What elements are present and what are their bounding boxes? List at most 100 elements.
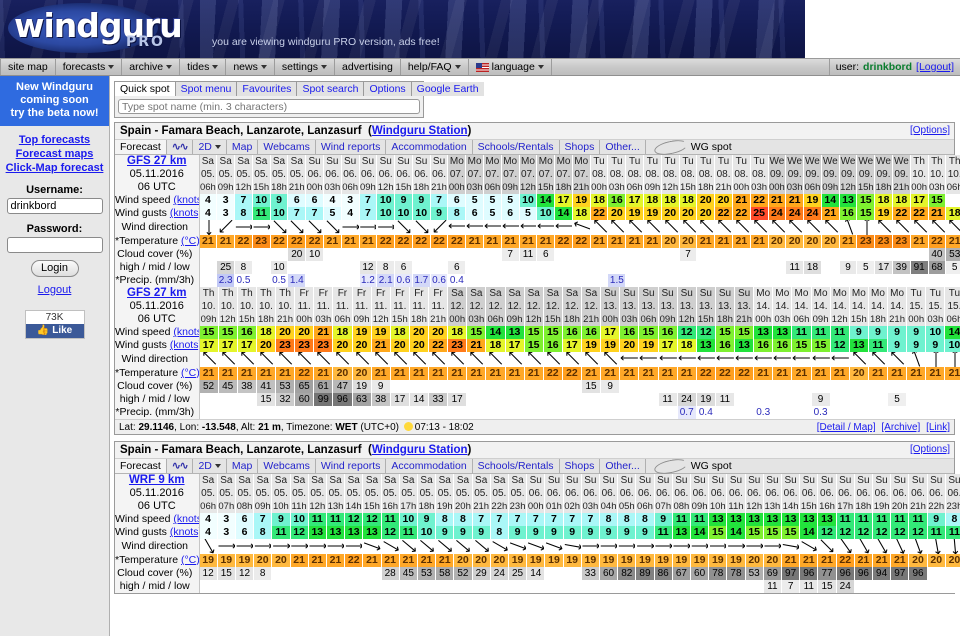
header-hour: 17h (399, 500, 418, 513)
cell-cloud-mid (430, 261, 449, 274)
tab-accommodation[interactable]: Accommodation (386, 140, 473, 154)
knots-unit-link[interactable]: (knots) (170, 207, 198, 219)
username-input[interactable] (6, 198, 103, 214)
spot-tab-bar[interactable]: Forecast ∿∿ 2D Map Webcams Wind reports … (115, 137, 954, 157)
header-hour: 18h (412, 181, 431, 194)
cell-cloud-mid: 12 (359, 261, 378, 274)
model-name-link[interactable]: GFS 27 km (127, 287, 186, 299)
nav-item-forecasts[interactable]: forecasts (56, 59, 123, 75)
cell-temperature: 20 (490, 554, 509, 567)
celsius-unit-link[interactable]: (°C) (181, 554, 198, 566)
celsius-unit-link[interactable]: (°C) (181, 235, 198, 247)
cell-cloud-high: 10 (305, 248, 324, 261)
cell-cloud-high: 7 (679, 248, 698, 261)
tab-options[interactable]: Options (364, 82, 412, 96)
knots-unit-link[interactable]: (knots) (170, 526, 198, 538)
sidebar-item-top-forecasts[interactable]: Top forecasts (0, 133, 109, 147)
login-button[interactable]: Login (30, 260, 79, 277)
tab-other[interactable]: Other... (600, 140, 646, 154)
main-navigation-bar[interactable]: site map forecasts archive tides news se… (0, 58, 960, 76)
tab-wind-reports[interactable]: Wind reports (316, 140, 387, 154)
cell-temperature: 22 (928, 235, 947, 248)
knots-unit-link[interactable]: (knots) (173, 194, 198, 206)
cell-wind-speed: 9 (412, 194, 431, 207)
tab-shops[interactable]: Shops (560, 459, 601, 473)
cell-cloud-high (409, 380, 430, 393)
header-day: Sa (270, 155, 289, 168)
header-date: 12. (524, 300, 544, 313)
cell-cloud-mid: 11 (715, 393, 736, 406)
tab-webcams[interactable]: Webcams (258, 459, 316, 473)
tab-google-earth[interactable]: Google Earth (411, 82, 484, 96)
nav-item-news[interactable]: news (226, 59, 275, 75)
tab-shops[interactable]: Shops (560, 140, 601, 154)
nav-item-help-faq[interactable]: help/FAQ (401, 59, 469, 75)
tab-map[interactable]: Map (227, 459, 259, 473)
cell-wind-gusts: 22 (428, 339, 449, 352)
model-name-link[interactable]: GFS 27 km (127, 155, 186, 167)
tab-schools-rentals[interactable]: Schools/Rentals (473, 459, 560, 473)
celsius-unit-link[interactable]: (°C) (181, 367, 198, 379)
header-date: 05. (381, 487, 400, 500)
windguru-station-link[interactable]: Windguru Station (372, 125, 468, 137)
tab-forecast[interactable]: Forecast (115, 459, 167, 473)
nav-item-archive[interactable]: archive (122, 59, 181, 75)
nav-item-language[interactable]: language (469, 59, 552, 75)
header-day: Sa (235, 474, 255, 487)
archive-link[interactable]: [Archive] (881, 422, 920, 433)
tab-spot-menu[interactable]: Spot menu (175, 82, 238, 96)
beta-promo-box[interactable]: New Windguru coming soon try the beta no… (0, 76, 109, 126)
nav-item-tides[interactable]: tides (180, 59, 227, 75)
facebook-like-widget[interactable]: 73K 👍 Like (24, 310, 85, 339)
detail-map-link[interactable]: [Detail / Map] (817, 422, 876, 433)
tab-other[interactable]: Other... (600, 459, 646, 473)
tab-wind-reports[interactable]: Wind reports (316, 459, 387, 473)
cell-cloud-high (849, 380, 869, 393)
tab-forecast[interactable]: Forecast (115, 140, 167, 154)
tab-spot-search[interactable]: Spot search (297, 82, 365, 96)
header-hour: 06h (803, 181, 822, 194)
cell-cloud-mid (526, 580, 546, 593)
nav-item-site-map[interactable]: site map (0, 59, 56, 75)
options-link[interactable]: [Options] (910, 125, 950, 136)
facebook-like-button[interactable]: 👍 Like (25, 324, 84, 338)
quick-spot-tabs[interactable]: Quick spot Spot menu Favourites Spot sea… (115, 82, 484, 96)
cell-cloud-high: 14 (526, 567, 546, 580)
sidebar-logout-link[interactable]: Logout (0, 284, 109, 296)
cell-wind-speed: 18 (661, 194, 680, 207)
tab-map[interactable]: Map (227, 140, 259, 154)
nav-item-settings[interactable]: settings (275, 59, 336, 75)
spot-tab-bar-2[interactable]: Forecast ∿∿ 2D Map Webcams Wind reports … (115, 456, 954, 476)
windguru-station-link[interactable]: Windguru Station (372, 444, 468, 456)
cell-cloud-mid (849, 393, 869, 406)
tab-2d[interactable]: 2D (193, 140, 227, 154)
knots-unit-link[interactable]: (knots) (170, 339, 198, 351)
tab-quick-spot[interactable]: Quick spot (115, 82, 176, 96)
windguru-logo[interactable]: windguru PRO (8, 2, 208, 56)
tab-webcams[interactable]: Webcams (258, 140, 316, 154)
spot-search-input[interactable] (118, 99, 420, 114)
spot-footer-links[interactable]: [Detail / Map] [Archive] [Link] (814, 422, 950, 433)
header-hour: 00h (753, 313, 774, 326)
knots-unit-link[interactable]: (knots) (173, 513, 198, 525)
waves-icon-tab[interactable]: ∿∿ (167, 459, 194, 473)
cell-wind-gusts: 9 (599, 526, 619, 539)
cell-cloud-high (544, 567, 564, 580)
cell-temperature: 21 (466, 367, 487, 380)
tab-accommodation[interactable]: Accommodation (386, 459, 473, 473)
waves-icon-tab[interactable]: ∿∿ (167, 140, 194, 154)
options-link[interactable]: [Options] (910, 444, 950, 455)
tab-favourites[interactable]: Favourites (237, 82, 298, 96)
logout-link[interactable]: [Logout] (916, 61, 954, 73)
sidebar-item-forecast-maps[interactable]: Forecast maps (0, 147, 109, 161)
knots-unit-link[interactable]: (knots) (173, 326, 198, 338)
model-name-link[interactable]: WRF 9 km (129, 474, 185, 486)
password-input[interactable] (6, 237, 103, 253)
cell-wind-direction: ⟶ (581, 352, 602, 367)
nav-item-advertising[interactable]: advertising (335, 59, 401, 75)
tab-schools-rentals[interactable]: Schools/Rentals (473, 140, 560, 154)
link-link[interactable]: [Link] (926, 422, 950, 433)
header-hour: 20h (453, 500, 473, 513)
sidebar-item-click-map-forecast[interactable]: Click-Map forecast (0, 161, 109, 175)
tab-2d[interactable]: 2D (193, 459, 227, 473)
